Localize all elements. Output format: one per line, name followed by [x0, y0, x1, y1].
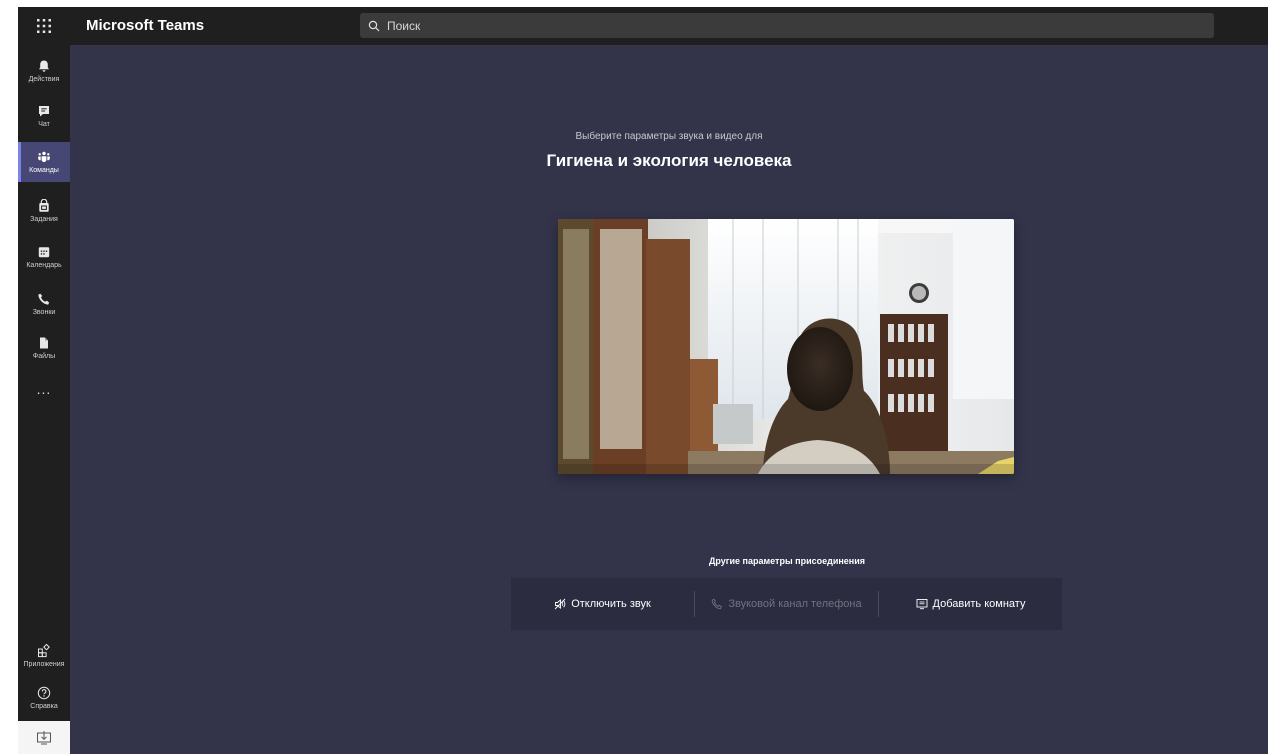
title-bar: Microsoft Teams [18, 7, 1268, 45]
rail-item-files[interactable]: Файлы [18, 328, 70, 368]
rail-item-label: Команды [29, 167, 59, 174]
add-room-button[interactable]: Добавить комнату [879, 578, 1062, 630]
rail-item-label: Действия [28, 76, 60, 83]
download-app-button[interactable] [18, 721, 70, 754]
cast-room-icon [916, 599, 927, 610]
camera-preview-image [558, 219, 1014, 474]
help-icon [37, 686, 51, 700]
rail-item-calls[interactable]: Звонки [18, 284, 70, 324]
rail-item-label: Задания [30, 216, 58, 223]
rail-item-label: Справка [30, 703, 58, 710]
rail-item-calendar[interactable]: Календарь [18, 237, 70, 277]
prejoin-screen: Выберите параметры звука и видео для Гиг… [70, 45, 1268, 754]
phone-icon [38, 293, 50, 305]
mute-audio-button[interactable]: Отключить звук [511, 578, 694, 630]
rail-item-help[interactable]: Справка [18, 678, 70, 718]
prejoin-subtitle: Выберите параметры звука и видео для [575, 131, 763, 142]
app-title: Microsoft Teams [86, 17, 205, 34]
rail-item-apps[interactable]: Приложения [18, 636, 70, 676]
rail-item-label: Приложения [23, 661, 65, 668]
rail-item-assignments[interactable]: Задания [18, 191, 70, 231]
meeting-title: Гигиена и экология человека [546, 151, 792, 170]
join-options-bar: Отключить звук Звуковой канал телефона Д… [511, 578, 1062, 630]
search-box[interactable] [360, 13, 1214, 38]
assignments-icon [39, 199, 49, 212]
apps-icon [38, 644, 50, 658]
more-apps-button[interactable]: ... [18, 377, 70, 401]
mute-audio-label: Отключить звук [571, 598, 651, 610]
speaker-off-icon [554, 598, 566, 610]
calendar-icon [38, 247, 50, 258]
files-icon [40, 337, 48, 349]
app-bar: Действия Чат Команды Задания Календарь З… [18, 45, 70, 754]
teams-window: Microsoft Teams Действия Чат [18, 7, 1268, 754]
rail-item-label: Чат [38, 121, 50, 128]
search-icon [368, 20, 380, 31]
other-join-options-label: Другие параметры присоединения [708, 556, 866, 566]
bell-icon [39, 60, 49, 72]
rail-item-teams[interactable]: Команды [18, 142, 70, 182]
search-input[interactable] [385, 17, 1189, 34]
waffle-icon [37, 19, 51, 33]
phone-icon [712, 598, 723, 610]
chat-icon [39, 106, 49, 117]
teams-icon [38, 151, 50, 163]
download-icon [37, 730, 51, 744]
app-launcher-button[interactable] [18, 7, 70, 45]
rail-item-chat[interactable]: Чат [18, 96, 70, 136]
rail-item-label: Календарь [26, 262, 62, 269]
phone-audio-button[interactable]: Звуковой канал телефона [695, 578, 878, 630]
phone-audio-label: Звуковой канал телефона [728, 598, 862, 610]
camera-preview [558, 219, 1014, 474]
rail-item-label: Звонки [32, 309, 56, 316]
rail-item-label: Файлы [32, 353, 56, 360]
add-room-label: Добавить комнату [932, 598, 1026, 610]
rail-item-activity[interactable]: Действия [18, 51, 70, 91]
